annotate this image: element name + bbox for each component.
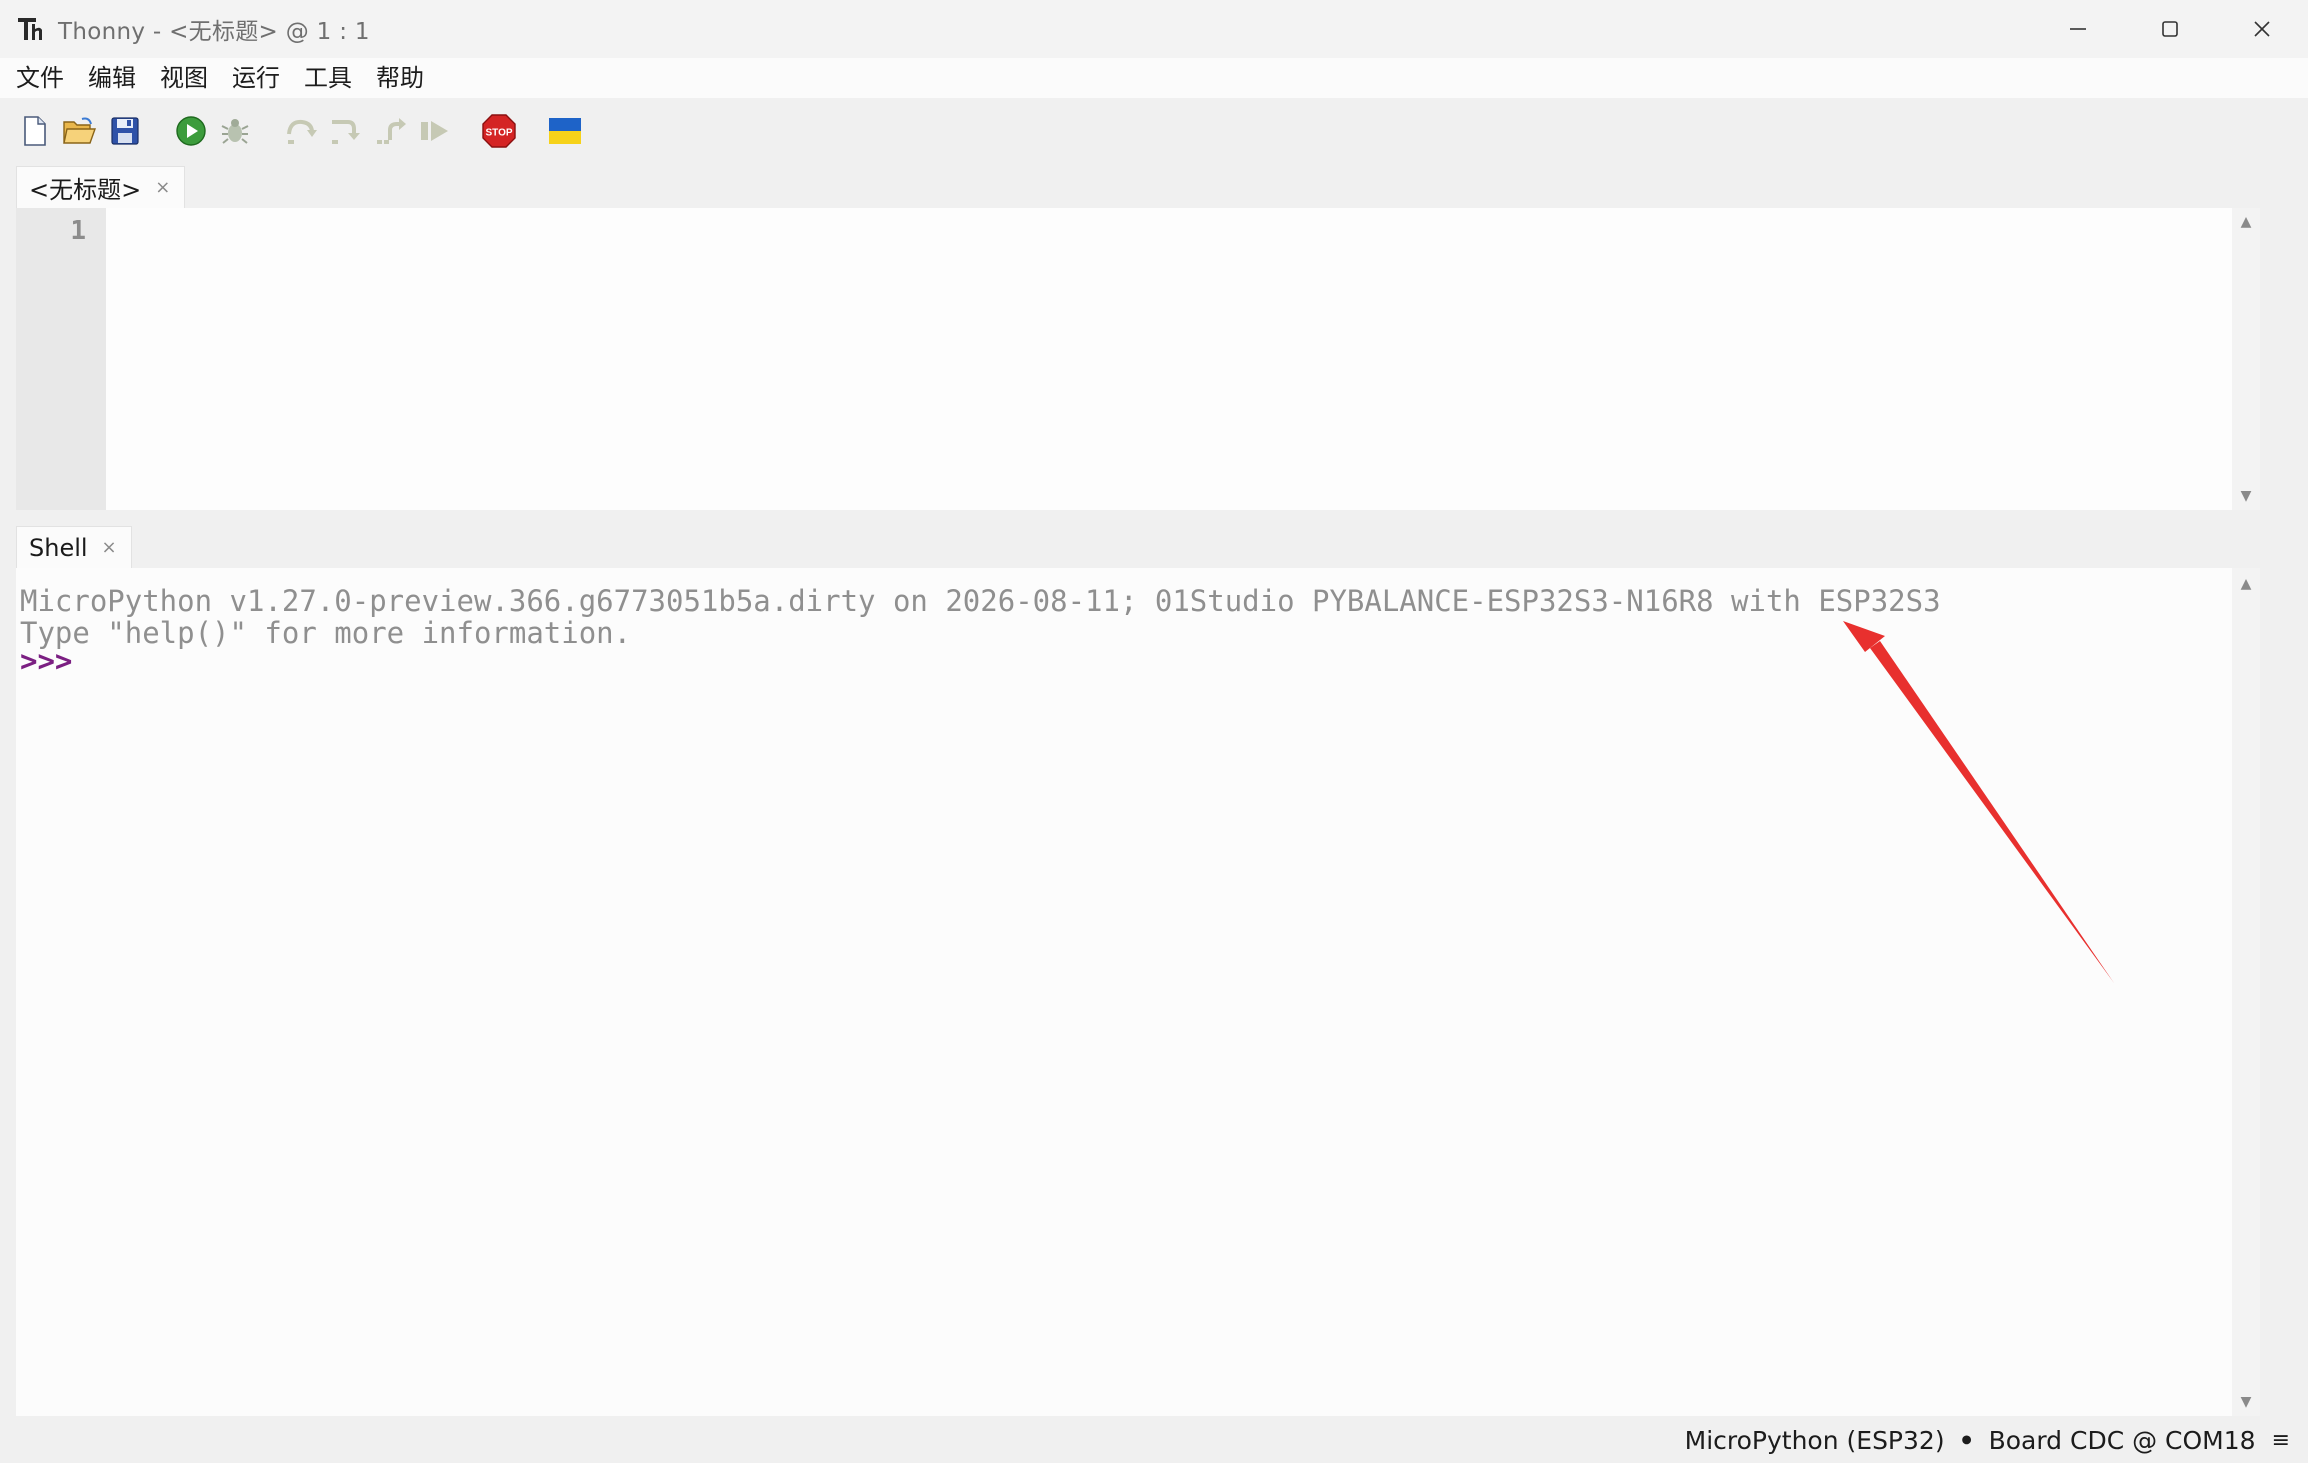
code-editor[interactable]: 1 ▲ ▼ (16, 208, 2260, 510)
status-separator: • (1958, 1426, 1975, 1455)
tab-untitled[interactable]: <无标题> × (16, 166, 186, 208)
save-icon (111, 117, 139, 145)
step-into-button[interactable] (326, 112, 364, 150)
shell-help-line: Type "help()" for more information. (20, 616, 632, 650)
thonny-logo-icon (16, 14, 46, 44)
maximize-icon (2162, 21, 2178, 37)
shell-scroll-down-icon[interactable]: ▼ (2232, 1394, 2260, 1410)
status-bar: MicroPython (ESP32) • Board CDC @ COM18 … (0, 1418, 2308, 1463)
menu-view[interactable]: 视图 (148, 58, 220, 98)
line-number-gutter: 1 (16, 208, 106, 510)
minimize-button[interactable] (2032, 0, 2124, 58)
shell-scrollbar[interactable]: ▲ ▼ (2232, 568, 2260, 1416)
stop-button[interactable]: STOP (480, 112, 518, 150)
tab-untitled-label: <无标题> (29, 176, 142, 204)
step-over-button[interactable] (282, 112, 320, 150)
menu-run[interactable]: 运行 (220, 58, 292, 98)
new-file-button[interactable] (16, 112, 54, 150)
shell-tab-bar: Shell × (16, 526, 132, 568)
resume-icon (421, 121, 448, 141)
close-button[interactable] (2216, 0, 2308, 58)
shell-tab-close-icon[interactable]: × (102, 537, 117, 558)
svg-text:STOP: STOP (485, 128, 512, 139)
tab-close-icon[interactable]: × (155, 177, 170, 198)
tab-shell-label: Shell (29, 533, 88, 562)
debug-icon (221, 119, 249, 144)
new-file-icon (24, 116, 46, 146)
open-file-button[interactable] (60, 112, 98, 150)
port-status[interactable]: Board CDC @ COM18 (1989, 1426, 2256, 1455)
title-bar: Thonny - <无标题> @ 1 : 1 (0, 0, 2308, 58)
window-controls (2032, 0, 2308, 58)
scroll-down-icon[interactable]: ▼ (2232, 488, 2260, 504)
menu-file[interactable]: 文件 (4, 58, 76, 98)
menu-edit[interactable]: 编辑 (76, 58, 148, 98)
run-button[interactable] (172, 112, 210, 150)
line-number: 1 (70, 216, 86, 246)
debug-button[interactable] (216, 112, 254, 150)
interpreter-status[interactable]: MicroPython (ESP32) (1685, 1426, 1945, 1455)
open-file-icon (63, 117, 96, 144)
menu-help[interactable]: 帮助 (364, 58, 436, 98)
resume-button[interactable] (416, 112, 454, 150)
step-out-button[interactable] (372, 112, 410, 150)
shell-banner-line: MicroPython v1.27.0-preview.366.g6773051… (20, 584, 1941, 618)
editor-tab-bar: <无标题> × (16, 166, 186, 208)
shell-prompt[interactable]: >>> (20, 644, 72, 678)
editor-scrollbar[interactable]: ▲ ▼ (2232, 208, 2260, 510)
step-into-icon (332, 120, 360, 144)
window-title: Thonny - <无标题> @ 1 : 1 (58, 19, 370, 45)
toolbar: STOP (0, 98, 2308, 164)
ukraine-flag-button[interactable] (546, 112, 584, 150)
shell-scroll-up-icon[interactable]: ▲ (2232, 576, 2260, 592)
close-icon (2254, 21, 2270, 37)
shell-console[interactable]: MicroPython v1.27.0-preview.366.g6773051… (16, 568, 2260, 1416)
scroll-up-icon[interactable]: ▲ (2232, 214, 2260, 230)
step-over-icon (287, 119, 317, 144)
status-menu-icon[interactable]: ≡ (2272, 1428, 2290, 1453)
run-icon (176, 116, 206, 146)
ukraine-flag-icon (549, 118, 581, 144)
stop-icon: STOP (482, 114, 516, 148)
menu-tools[interactable]: 工具 (292, 58, 364, 98)
step-out-icon (377, 118, 406, 144)
minimize-icon (2070, 28, 2086, 30)
maximize-button[interactable] (2124, 0, 2216, 58)
save-button[interactable] (106, 112, 144, 150)
menu-bar: 文件 编辑 视图 运行 工具 帮助 (0, 58, 2308, 98)
tab-shell[interactable]: Shell × (16, 526, 132, 568)
